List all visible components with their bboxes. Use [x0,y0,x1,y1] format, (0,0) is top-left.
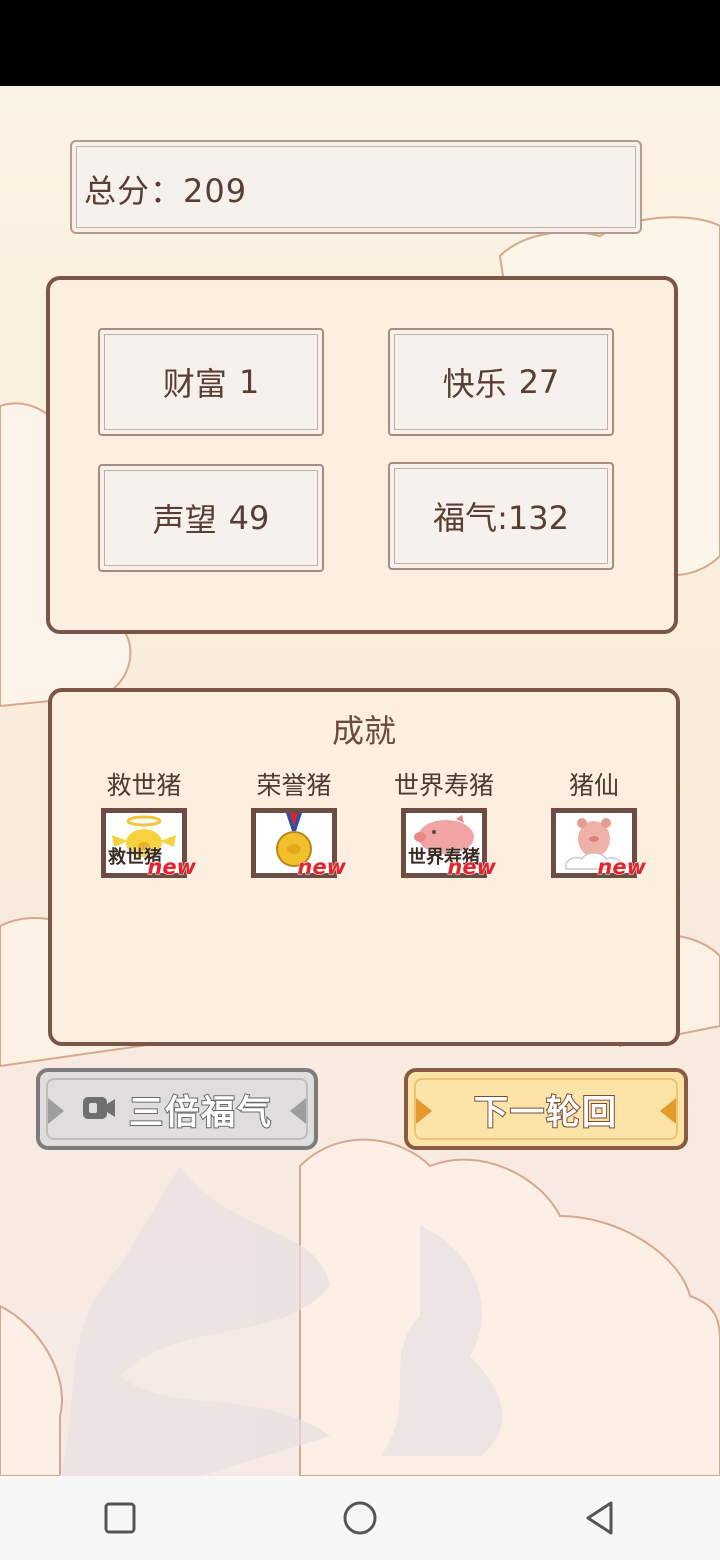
new-tag: new [147,855,197,880]
stat-happiness: 快乐 27 [388,328,614,436]
stat-fortune-label: 福气:132 [433,499,569,537]
next-cycle-button[interactable]: 下一轮回 [404,1068,688,1150]
arrow-right-icon [290,1098,306,1124]
arrow-left-icon [48,1098,64,1124]
achievement-name: 荣誉猪 [256,771,332,800]
achievement-name: 救世猪 [106,771,182,800]
status-bar [0,0,720,86]
total-score-box: 总分：209 [70,140,642,234]
recents-button[interactable] [70,1488,170,1548]
triple-fortune-button[interactable]: 三倍福气 [36,1068,318,1150]
stat-wealth-label: 财富 [162,365,227,403]
stat-prestige-value: 49 [228,499,270,537]
circle-icon [343,1501,377,1535]
achievement-name: 猪仙 [568,771,619,800]
new-tag: new [297,855,347,880]
system-nav-bar [0,1476,720,1560]
achievement-longevity-pig[interactable]: 世界寿猪 世界寿猪 new [374,768,514,880]
gold-medal-icon: new [251,808,346,880]
achievement-honor-pig[interactable]: 荣誉猪 new [224,768,364,880]
achievements-title: 成就 [331,712,396,750]
stat-prestige-label: 声望 [152,501,217,539]
cloud-pig-icon: new [551,808,646,880]
achievement-savior-pig[interactable]: 救世猪 救世猪 new [74,768,214,880]
triple-fortune-label: 三倍福气 [128,1092,273,1134]
next-cycle-label: 下一轮回 [473,1092,618,1134]
angel-pig-icon: 救世猪 new [101,808,196,880]
stat-wealth: 财富 1 [98,328,324,436]
pink-pig-icon: 世界寿猪 new [401,808,496,880]
screen: 总分：209 财富 1 快乐 27 声望 49 福气:132 成就 救世猪 救世… [0,0,720,1560]
stat-wealth-value: 1 [238,363,260,401]
achievement-name: 世界寿猪 [393,771,494,800]
home-button[interactable] [310,1488,410,1548]
back-triangle-icon [586,1501,613,1535]
arrow-left-icon [416,1098,432,1124]
achievements-panel: 成就 救世猪 救世猪 new 荣誉猪 new 世界寿猪 世界寿猪 new 猪仙 … [48,688,680,1046]
achievement-immortal-pig[interactable]: 猪仙 new [524,768,664,880]
new-tag: new [597,855,647,880]
new-tag: new [447,855,497,880]
stat-happiness-label: 快乐 [442,365,507,403]
arrow-right-icon [660,1098,676,1124]
stat-prestige: 声望 49 [98,464,324,572]
stat-happiness-value: 27 [518,363,560,401]
stats-panel: 财富 1 快乐 27 声望 49 福气:132 [46,276,678,634]
stat-fortune: 福气:132 [388,462,614,570]
video-camera-icon [81,1091,117,1131]
square-icon [104,1502,136,1534]
back-button[interactable] [550,1488,650,1548]
total-score: 总分：209 [84,172,248,210]
